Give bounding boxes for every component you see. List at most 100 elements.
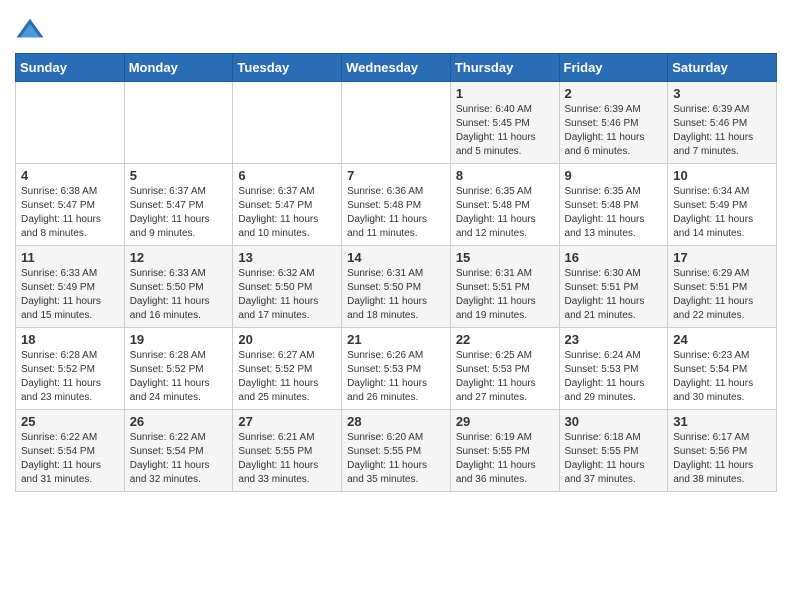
day-number: 24 [673,332,771,347]
calendar-cell: 6 Sunrise: 6:37 AM Sunset: 5:47 PM Daylig… [233,164,342,246]
calendar-cell: 12 Sunrise: 6:33 AM Sunset: 5:50 PM Dayli… [124,246,233,328]
day-info: Sunrise: 6:23 AM Sunset: 5:54 PM Dayligh… [673,349,771,405]
day-info: Sunrise: 6:33 AM Sunset: 5:50 PM Dayligh… [130,267,228,323]
day-info: Sunrise: 6:27 AM Sunset: 5:52 PM Dayligh… [238,349,336,405]
day-number: 13 [238,250,336,265]
day-number: 16 [565,250,663,265]
calendar-cell: 31 Sunrise: 6:17 AM Sunset: 5:56 PM Dayli… [668,410,777,492]
calendar-cell [124,82,233,164]
calendar-cell: 8 Sunrise: 6:35 AM Sunset: 5:48 PM Daylig… [450,164,559,246]
day-info: Sunrise: 6:18 AM Sunset: 5:55 PM Dayligh… [565,431,663,487]
day-info: Sunrise: 6:39 AM Sunset: 5:46 PM Dayligh… [565,103,663,159]
day-info: Sunrise: 6:39 AM Sunset: 5:46 PM Dayligh… [673,103,771,159]
day-number: 26 [130,414,228,429]
day-number: 21 [347,332,445,347]
calendar-cell: 19Sunrise: 6:28 AM Sunset: 5:52 PM Dayli… [124,328,233,410]
day-info: Sunrise: 6:35 AM Sunset: 5:48 PM Dayligh… [565,185,663,241]
calendar-week-row: 25 Sunrise: 6:22 AM Sunset: 5:54 PM Dayli… [16,410,777,492]
day-number: 23 [565,332,663,347]
day-number: 8 [456,168,554,183]
calendar-cell: 22Sunrise: 6:25 AM Sunset: 5:53 PM Dayli… [450,328,559,410]
calendar-cell: 20 Sunrise: 6:27 AM Sunset: 5:52 PM Dayli… [233,328,342,410]
day-number: 5 [130,168,228,183]
day-number: 6 [238,168,336,183]
calendar-week-row: 1 Sunrise: 6:40 AM Sunset: 5:45 PM Daylig… [16,82,777,164]
calendar-cell: 11 Sunrise: 6:33 AM Sunset: 5:49 PM Dayli… [16,246,125,328]
day-number: 14 [347,250,445,265]
day-number: 3 [673,86,771,101]
calendar-week-row: 11 Sunrise: 6:33 AM Sunset: 5:49 PM Dayli… [16,246,777,328]
day-info: Sunrise: 6:20 AM Sunset: 5:55 PM Dayligh… [347,431,445,487]
calendar-cell: 16 Sunrise: 6:30 AM Sunset: 5:51 PM Dayli… [559,246,668,328]
day-info: Sunrise: 6:31 AM Sunset: 5:51 PM Dayligh… [456,267,554,323]
day-number: 27 [238,414,336,429]
calendar-week-row: 4 Sunrise: 6:38 AM Sunset: 5:47 PM Daylig… [16,164,777,246]
calendar-header-thursday: Thursday [450,54,559,82]
calendar-cell: 27 Sunrise: 6:21 AM Sunset: 5:55 PM Dayli… [233,410,342,492]
calendar-cell: 14 Sunrise: 6:31 AM Sunset: 5:50 PM Dayli… [342,246,451,328]
calendar-cell: 26 Sunrise: 6:22 AM Sunset: 5:54 PM Dayli… [124,410,233,492]
day-info: Sunrise: 6:37 AM Sunset: 5:47 PM Dayligh… [130,185,228,241]
calendar-header-friday: Friday [559,54,668,82]
day-number: 11 [21,250,119,265]
day-number: 9 [565,168,663,183]
day-info: Sunrise: 6:38 AM Sunset: 5:47 PM Dayligh… [21,185,119,241]
day-number: 28 [347,414,445,429]
day-number: 30 [565,414,663,429]
day-number: 12 [130,250,228,265]
day-info: Sunrise: 6:32 AM Sunset: 5:50 PM Dayligh… [238,267,336,323]
day-info: Sunrise: 6:22 AM Sunset: 5:54 PM Dayligh… [21,431,119,487]
day-info: Sunrise: 6:36 AM Sunset: 5:48 PM Dayligh… [347,185,445,241]
calendar-cell [342,82,451,164]
calendar-cell [233,82,342,164]
day-number: 7 [347,168,445,183]
calendar-cell: 25 Sunrise: 6:22 AM Sunset: 5:54 PM Dayli… [16,410,125,492]
day-number: 31 [673,414,771,429]
calendar-header-wednesday: Wednesday [342,54,451,82]
day-info: Sunrise: 6:35 AM Sunset: 5:48 PM Dayligh… [456,185,554,241]
day-number: 4 [21,168,119,183]
day-number: 20 [238,332,336,347]
calendar-cell: 9 Sunrise: 6:35 AM Sunset: 5:48 PM Daylig… [559,164,668,246]
calendar-cell: 13 Sunrise: 6:32 AM Sunset: 5:50 PM Dayli… [233,246,342,328]
calendar-header-monday: Monday [124,54,233,82]
calendar-cell: 29Sunrise: 6:19 AM Sunset: 5:55 PM Dayli… [450,410,559,492]
day-info: Sunrise: 6:17 AM Sunset: 5:56 PM Dayligh… [673,431,771,487]
calendar-cell: 21 Sunrise: 6:26 AM Sunset: 5:53 PM Dayli… [342,328,451,410]
logo-icon [15,15,45,45]
day-number: 25 [21,414,119,429]
calendar-cell: 10Sunrise: 6:34 AM Sunset: 5:49 PM Dayli… [668,164,777,246]
day-number: 1 [456,86,554,101]
page: SundayMondayTuesdayWednesdayThursdayFrid… [0,0,792,507]
day-info: Sunrise: 6:37 AM Sunset: 5:47 PM Dayligh… [238,185,336,241]
day-number: 29 [456,414,554,429]
calendar-cell: 24 Sunrise: 6:23 AM Sunset: 5:54 PM Dayli… [668,328,777,410]
day-info: Sunrise: 6:33 AM Sunset: 5:49 PM Dayligh… [21,267,119,323]
day-info: Sunrise: 6:30 AM Sunset: 5:51 PM Dayligh… [565,267,663,323]
calendar-cell: 15 Sunrise: 6:31 AM Sunset: 5:51 PM Dayli… [450,246,559,328]
day-number: 18 [21,332,119,347]
day-info: Sunrise: 6:24 AM Sunset: 5:53 PM Dayligh… [565,349,663,405]
day-number: 22 [456,332,554,347]
calendar-header-tuesday: Tuesday [233,54,342,82]
calendar-cell: 4 Sunrise: 6:38 AM Sunset: 5:47 PM Daylig… [16,164,125,246]
calendar-header-saturday: Saturday [668,54,777,82]
day-info: Sunrise: 6:26 AM Sunset: 5:53 PM Dayligh… [347,349,445,405]
header [15,10,777,45]
day-number: 15 [456,250,554,265]
day-info: Sunrise: 6:29 AM Sunset: 5:51 PM Dayligh… [673,267,771,323]
calendar-cell: 1 Sunrise: 6:40 AM Sunset: 5:45 PM Daylig… [450,82,559,164]
calendar-week-row: 18 Sunrise: 6:28 AM Sunset: 5:52 PM Dayli… [16,328,777,410]
day-info: Sunrise: 6:34 AM Sunset: 5:49 PM Dayligh… [673,185,771,241]
day-info: Sunrise: 6:22 AM Sunset: 5:54 PM Dayligh… [130,431,228,487]
calendar-cell [16,82,125,164]
day-number: 19 [130,332,228,347]
day-info: Sunrise: 6:40 AM Sunset: 5:45 PM Dayligh… [456,103,554,159]
calendar-cell: 30 Sunrise: 6:18 AM Sunset: 5:55 PM Dayli… [559,410,668,492]
calendar-cell: 28 Sunrise: 6:20 AM Sunset: 5:55 PM Dayli… [342,410,451,492]
day-info: Sunrise: 6:28 AM Sunset: 5:52 PM Dayligh… [21,349,119,405]
day-number: 17 [673,250,771,265]
calendar-cell: 7 Sunrise: 6:36 AM Sunset: 5:48 PM Daylig… [342,164,451,246]
day-info: Sunrise: 6:21 AM Sunset: 5:55 PM Dayligh… [238,431,336,487]
day-info: Sunrise: 6:31 AM Sunset: 5:50 PM Dayligh… [347,267,445,323]
